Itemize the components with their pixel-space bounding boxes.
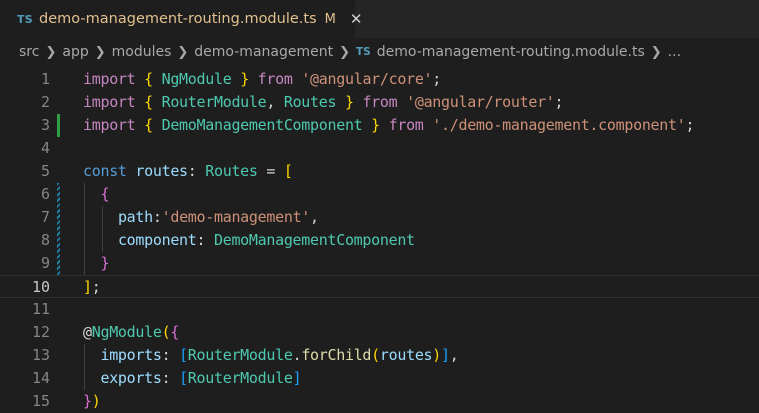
line-code: ];	[83, 276, 100, 299]
breadcrumb-item-demo-management[interactable]: demo-management	[194, 44, 333, 60]
indent-guide	[102, 206, 103, 252]
indent-guide	[84, 183, 85, 275]
tab-title: demo-management-routing.module.ts	[39, 11, 317, 27]
breadcrumb-item-modules[interactable]: modules	[112, 44, 172, 60]
code-line[interactable]: 5 const routes: Routes = [	[0, 160, 759, 183]
code-line[interactable]: 9 }	[0, 252, 759, 275]
tab-bar: TS demo-management-routing.module.ts M ✕	[0, 0, 759, 38]
line-code: }	[83, 252, 109, 275]
line-code: exports: [RouterModule]	[83, 367, 301, 390]
gutter-change-marker	[57, 114, 60, 137]
code-line[interactable]: 4	[0, 137, 759, 160]
line-code: const routes: Routes = [	[83, 160, 293, 183]
line-number: 13	[0, 344, 50, 367]
breadcrumb-ellipsis[interactable]: ...	[668, 44, 681, 60]
line-code: @NgModule({	[83, 321, 179, 344]
line-number: 2	[0, 91, 50, 114]
modified-indicator: M	[325, 12, 336, 27]
code-line[interactable]: 11	[0, 298, 759, 321]
code-line[interactable]: 13 imports: [RouterModule.forChild(route…	[0, 344, 759, 367]
line-code: {	[83, 183, 109, 206]
line-number: 11	[0, 298, 50, 321]
breadcrumb-item-src[interactable]: src	[19, 44, 39, 60]
line-number: 10	[0, 276, 50, 299]
typescript-file-icon: TS	[356, 46, 371, 58]
line-code: imports: [RouterModule.forChild(routes)]…	[83, 344, 459, 367]
breadcrumb-item-file[interactable]: demo-management-routing.module.ts	[377, 44, 645, 60]
code-line[interactable]: 8 component: DemoManagementComponent	[0, 229, 759, 252]
line-code: import { NgModule } from '@angular/core'…	[83, 68, 441, 91]
line-code: path:'demo-management',	[83, 206, 319, 229]
line-number: 12	[0, 321, 50, 344]
line-number: 3	[0, 114, 50, 137]
code-line[interactable]: 2 import { RouterModule, Routes } from '@…	[0, 91, 759, 114]
code-line[interactable]: 14 exports: [RouterModule]	[0, 367, 759, 390]
breadcrumb: src ❯ app ❯ modules ❯ demo-management ❯ …	[0, 38, 759, 66]
chevron-right-icon: ❯	[651, 45, 662, 60]
line-number: 7	[0, 206, 50, 229]
breadcrumb-item-app[interactable]: app	[62, 44, 88, 60]
line-number: 8	[0, 229, 50, 252]
line-code: import { DemoManagementComponent } from …	[83, 114, 694, 137]
code-line[interactable]: 10];	[0, 275, 759, 298]
editor-tab[interactable]: TS demo-management-routing.module.ts M ✕	[0, 0, 356, 38]
line-number: 4	[0, 137, 50, 160]
code-line[interactable]: 6 {	[0, 183, 759, 206]
chevron-right-icon: ❯	[177, 45, 188, 60]
chevron-right-icon: ❯	[45, 45, 56, 60]
code-line[interactable]: 7 path:'demo-management',	[0, 206, 759, 229]
line-number: 9	[0, 252, 50, 275]
line-number: 1	[0, 68, 50, 91]
line-number: 5	[0, 160, 50, 183]
line-number: 6	[0, 183, 50, 206]
indent-guide	[84, 344, 85, 390]
line-code: import { RouterModule, Routes } from '@a…	[83, 91, 563, 114]
chevron-right-icon: ❯	[95, 45, 106, 60]
gutter-change-marker	[57, 183, 60, 275]
code-line[interactable]: 1 import { NgModule } from '@angular/core…	[0, 68, 759, 91]
code-line[interactable]: 12 @NgModule({	[0, 321, 759, 344]
line-number: 14	[0, 367, 50, 390]
code-line[interactable]: 3 import { DemoManagementComponent } from…	[0, 114, 759, 137]
line-code: component: DemoManagementComponent	[83, 229, 415, 252]
chevron-right-icon: ❯	[339, 45, 350, 60]
code-editor[interactable]: 1 import { NgModule } from '@angular/core…	[0, 66, 759, 410]
close-icon[interactable]: ✕	[350, 12, 363, 27]
typescript-file-icon: TS	[17, 13, 33, 26]
